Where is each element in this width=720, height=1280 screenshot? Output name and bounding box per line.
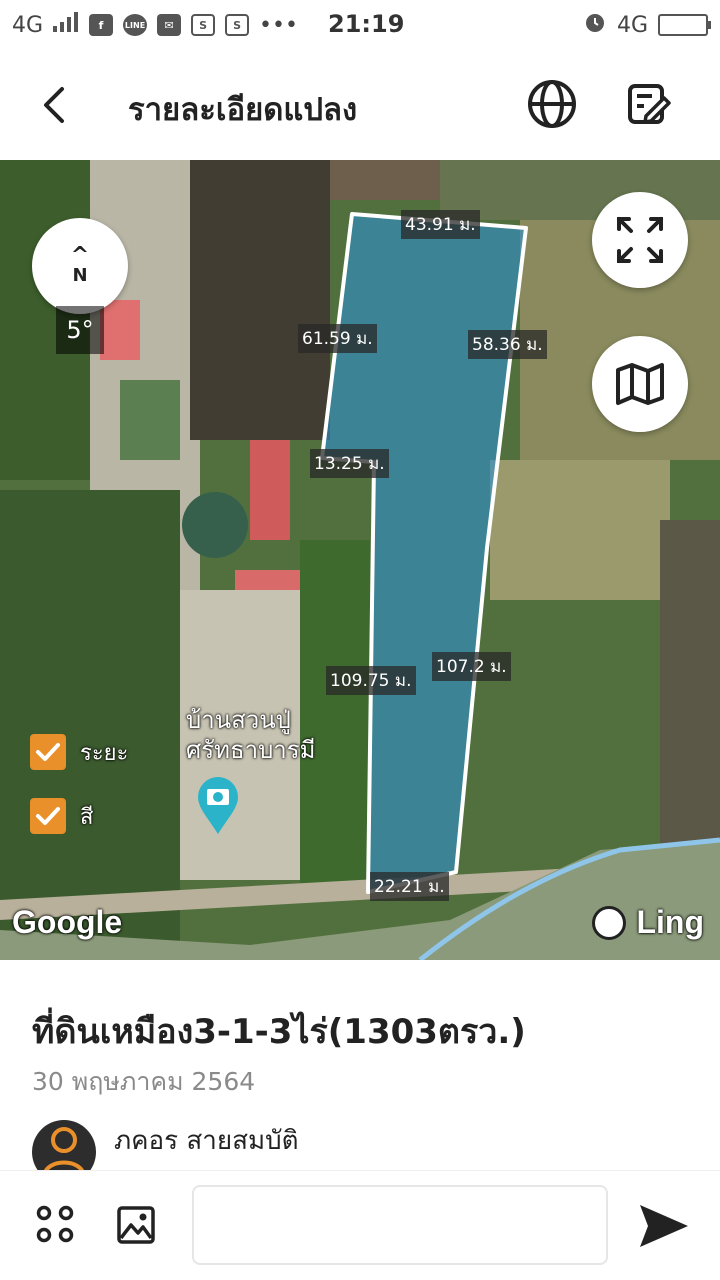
distance-checkbox[interactable] [30,734,66,770]
fullscreen-button[interactable] [592,192,688,288]
facebook-icon: f [89,14,114,36]
map-type-button[interactable] [592,336,688,432]
page-title: รายละเอียดแปลง [128,92,358,128]
apps-button[interactable] [36,1205,76,1245]
ling-label: Ling [636,904,704,940]
poi-label[interactable]: บ้านสวนปู่ ศรัทธาบารมี [186,705,316,765]
map-icon [616,363,664,405]
check-icon [36,807,60,825]
bearing-badge: 5° [56,306,104,354]
network-label: 4G [12,12,44,38]
s-icon: S [191,14,216,36]
back-button[interactable] [30,80,80,130]
color-toggle[interactable]: สี [30,798,93,834]
clock: 21:19 [328,10,405,38]
message-input[interactable] [192,1185,608,1265]
dimension-left-upper: 61.59 ม. [298,324,377,353]
poi-name-line1: บ้านสวนปู่ [186,706,291,734]
send-icon [640,1205,688,1247]
apps-icon [36,1205,74,1243]
edit-button[interactable] [624,80,672,128]
author-name[interactable]: ภคอร สายสมบัติ [114,1120,298,1161]
north-arrow-icon: ^ [70,242,90,268]
google-logo: Google [12,904,123,940]
globe-icon [528,80,576,128]
app-bar: รายละเอียดแปลง [0,50,720,160]
language-button[interactable] [526,78,578,130]
dimension-top: 43.91 ม. [401,210,480,239]
mail-icon: ✉ [157,14,182,36]
photo-pin-icon[interactable] [196,776,240,840]
signal-icon [53,12,79,38]
expand-icon [617,217,663,263]
compass-letter: N [72,264,88,286]
user-icon [42,1127,86,1176]
dimension-bottom: 22.21 ม. [370,872,449,901]
battery-icon [658,14,711,36]
network-label-right: 4G [616,12,648,38]
edit-icon [628,84,671,124]
distance-toggle[interactable]: ระยะ [30,734,128,770]
dimension-left-lower: 109.75 ม. [326,666,416,695]
compass-button[interactable]: ^ N [32,218,128,314]
distance-label: ระยะ [80,740,129,766]
alarm-icon [583,10,607,40]
line-icon: LINE [123,14,148,36]
back-icon [44,87,64,123]
image-button[interactable] [116,1205,156,1245]
parcel-detail: ที่ดินเหมือง3-1-3ไร่(1303ตรว.) 30 พฤษภาค… [0,960,720,1184]
more-icon: ••• [259,12,298,38]
dimension-notch: 13.25 ม. [310,449,389,478]
dimension-right-lower: 107.2 ม. [432,652,511,681]
check-icon [36,743,60,761]
monkey-icon [592,905,627,940]
s-icon: S [225,14,250,36]
status-bar: 4G f LINE ✉ S S ••• 21:19 4G [0,0,720,50]
send-button[interactable] [636,1201,692,1251]
image-icon [117,1206,155,1244]
message-bar [0,1170,720,1280]
color-checkbox[interactable] [30,798,66,834]
parcel-title: ที่ดินเหมือง3-1-3ไร่(1303ตรว.) [32,1012,526,1052]
poi-name-line2: ศรัทธาบารมี [186,736,316,764]
dimension-right-upper: 58.36 ม. [468,330,547,359]
ling-logo: Ling [592,904,704,941]
color-label: สี [80,804,94,830]
satellite-map[interactable]: ^ N 5° 43.91 ม. 61.59 ม. 58.36 ม. 13.25 … [0,160,720,960]
parcel-date: 30 พฤษภาคม 2564 [32,1067,256,1096]
